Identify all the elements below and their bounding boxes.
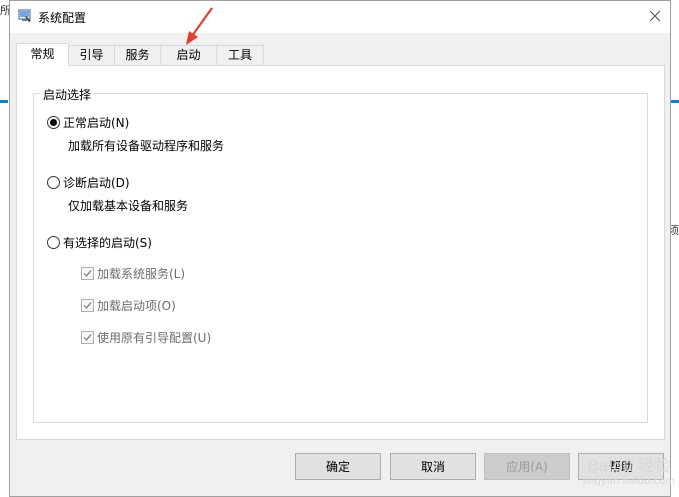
baidu-watermark: Baidu 经验 jingyan.baidu.com xyxy=(583,452,675,487)
normal-startup-label: 正常启动(N) xyxy=(63,116,130,130)
diagnostic-startup-label: 诊断启动(D) xyxy=(63,176,130,190)
load-system-services-checkbox[interactable] xyxy=(81,267,94,280)
use-original-boot-config-option[interactable]: 使用原有引导配置(U) xyxy=(81,329,211,346)
background-accent-line xyxy=(0,100,8,103)
msconfig-icon xyxy=(17,8,33,24)
group-title: 启动选择 xyxy=(40,86,95,103)
window-title: 系统配置 xyxy=(38,11,87,25)
radio-normal[interactable] xyxy=(47,116,60,129)
system-config-dialog: 系统配置 常规 引导 服务 启动 工具 启动选择 正常启动(N) 加载所有设备驱… xyxy=(9,0,671,497)
load-system-services-option[interactable]: 加载系统服务(L) xyxy=(81,265,185,282)
diagnostic-startup-description: 仅加载基本设备和服务 xyxy=(68,199,189,213)
ok-button[interactable]: 确定 xyxy=(295,453,381,480)
close-button[interactable] xyxy=(640,1,670,31)
background-app-right: 须 xyxy=(668,0,679,497)
normal-startup-description: 加载所有设备驱动程序和服务 xyxy=(68,139,225,153)
load-startup-items-option[interactable]: 加载启动项(O) xyxy=(81,297,176,314)
tab-services[interactable]: 服务 xyxy=(114,45,161,65)
close-icon xyxy=(649,10,661,22)
diagnostic-startup-option[interactable]: 诊断启动(D) xyxy=(47,174,130,191)
tab-tools[interactable]: 工具 xyxy=(216,45,264,65)
apply-button[interactable]: 应用(A) xyxy=(484,453,570,480)
radio-diagnostic[interactable] xyxy=(47,176,60,189)
load-startup-items-checkbox[interactable] xyxy=(81,299,94,312)
checkmark-icon xyxy=(83,270,92,278)
general-tab-panel: 启动选择 正常启动(N) 加载所有设备驱动程序和服务 诊断启动(D) 仅加载基本… xyxy=(16,65,665,440)
selective-startup-option[interactable]: 有选择的启动(S) xyxy=(47,234,152,251)
tab-boot[interactable]: 引导 xyxy=(68,45,115,65)
selective-startup-label: 有选择的启动(S) xyxy=(63,236,152,250)
cancel-button[interactable]: 取消 xyxy=(390,453,476,480)
checkmark-icon xyxy=(83,302,92,310)
load-startup-items-label: 加载启动项(O) xyxy=(97,299,176,313)
background-accent-line-right xyxy=(671,100,679,103)
tab-general[interactable]: 常规 xyxy=(16,43,69,66)
normal-startup-option[interactable]: 正常启动(N) xyxy=(47,114,129,131)
load-system-services-label: 加载系统服务(L) xyxy=(97,267,186,281)
use-original-boot-config-checkbox[interactable] xyxy=(81,331,94,344)
tab-startup[interactable]: 启动 xyxy=(160,45,217,65)
checkmark-icon xyxy=(83,334,92,342)
use-original-boot-config-label: 使用原有引导配置(U) xyxy=(97,331,212,345)
title-bar[interactable]: 系统配置 xyxy=(10,1,670,33)
radio-selective[interactable] xyxy=(47,236,60,249)
watermark-url: jingyan.baidu.com xyxy=(582,476,675,487)
watermark-brand: Baidu 经验 xyxy=(587,456,671,475)
